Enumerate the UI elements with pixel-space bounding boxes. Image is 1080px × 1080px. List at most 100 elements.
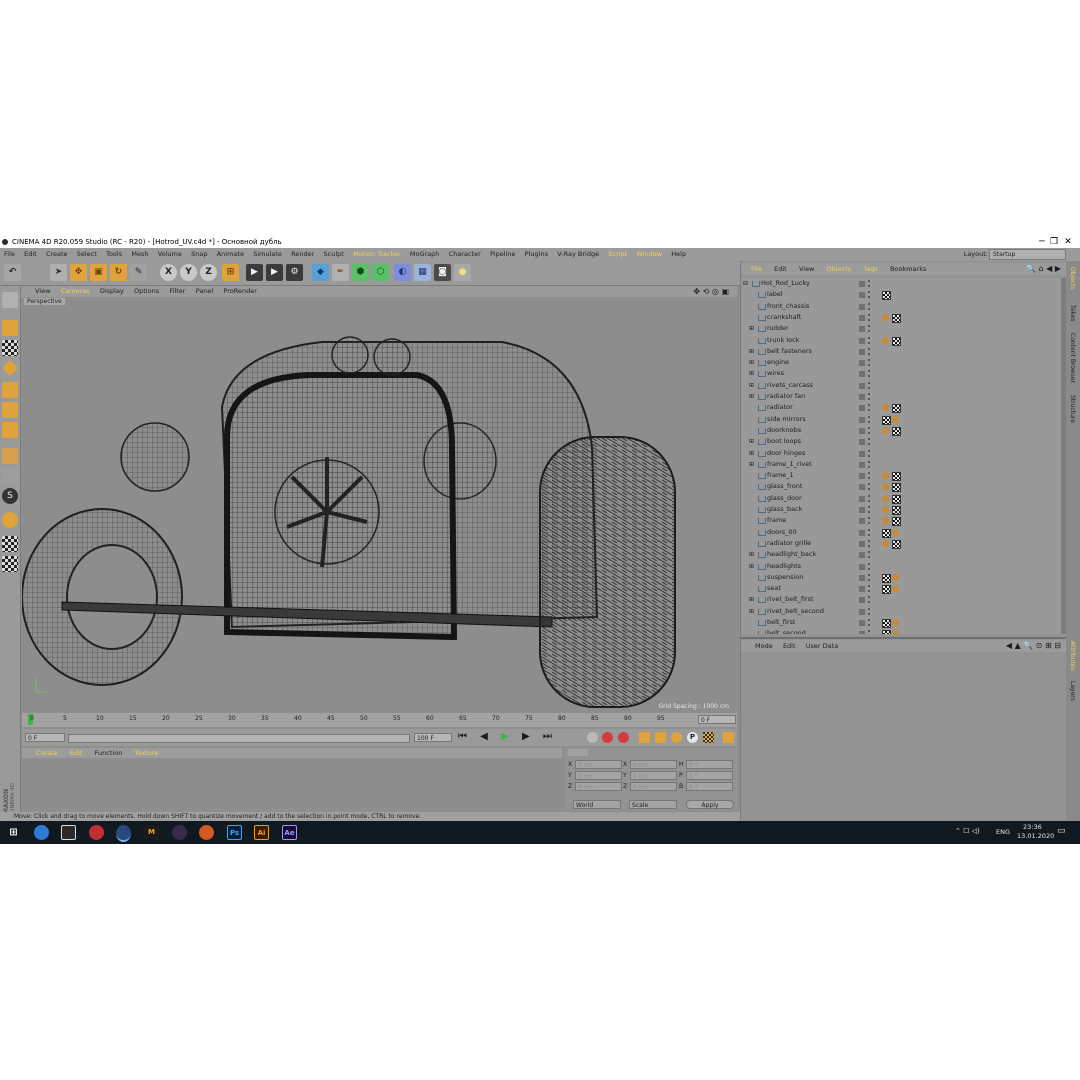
render-visibility-icon[interactable]: [868, 607, 872, 615]
media-app-icon[interactable]: [172, 825, 187, 840]
phong-tag-icon[interactable]: [882, 506, 889, 513]
texture-tag-icon[interactable]: [882, 585, 891, 595]
uv-edit-icon[interactable]: [2, 556, 18, 572]
object-row[interactable]: ⊞ boot loops: [741, 436, 1067, 447]
object-row[interactable]: crankshaft: [741, 312, 1067, 323]
menu-mograph[interactable]: MoGraph: [410, 248, 440, 261]
render-visibility-icon[interactable]: [868, 483, 872, 491]
object-list[interactable]: ⊟ Hot_Rod_Lucky label front_chassis cranks…: [741, 278, 1067, 634]
render-visibility-icon[interactable]: [868, 438, 872, 446]
attr-menu-mode[interactable]: Mode: [755, 640, 773, 652]
key-parameter-icon[interactable]: P: [687, 732, 698, 743]
object-row[interactable]: ⊞ rudder: [741, 323, 1067, 334]
render-visibility-icon[interactable]: [868, 302, 872, 310]
menu-pipeline[interactable]: Pipeline: [490, 248, 515, 261]
object-row[interactable]: seat: [741, 583, 1067, 595]
viewport-3d[interactable]: Perspective Grid Spacing: 1000 cm: [22, 297, 737, 712]
menu-help[interactable]: Help: [671, 248, 686, 261]
end-frame-field[interactable]: 100 F: [414, 733, 452, 742]
visibility-icon[interactable]: [859, 529, 865, 536]
recent-tools-icon[interactable]: ✎: [130, 264, 147, 281]
tab-layers[interactable]: Layers: [1069, 681, 1076, 701]
visibility-icon[interactable]: [859, 586, 865, 593]
render-view-icon[interactable]: ▶: [246, 264, 263, 281]
visibility-icon[interactable]: [859, 348, 865, 355]
coord-value-field[interactable]: 0 cm: [575, 760, 622, 769]
texture-tag-icon[interactable]: [892, 404, 901, 414]
om-toolbar-icons[interactable]: 🔍 ⌂ ◀ ▶: [1026, 263, 1061, 275]
expand-icon[interactable]: ⊞: [749, 380, 754, 391]
phong-tag-icon[interactable]: [882, 313, 889, 321]
coord-value-field[interactable]: 0 cm: [630, 760, 677, 769]
object-row[interactable]: doors_00: [741, 527, 1067, 538]
collapse-icon[interactable]: ⊟: [743, 278, 748, 289]
object-row[interactable]: ⊞ rivet_belt_second: [741, 606, 1067, 617]
object-row[interactable]: ⊞ engine: [741, 357, 1067, 368]
object-row[interactable]: glass_front: [741, 481, 1067, 493]
visibility-icon[interactable]: [859, 563, 865, 570]
object-name[interactable]: headlights: [767, 561, 801, 572]
menu-simulate[interactable]: Simulate: [253, 248, 282, 261]
record-icon[interactable]: [602, 732, 613, 743]
viewport-menu-options[interactable]: Options: [134, 286, 159, 297]
object-row[interactable]: belt_second: [741, 628, 1067, 634]
enable-axis-icon[interactable]: [2, 448, 18, 464]
texture-tag-icon[interactable]: [892, 494, 901, 504]
texture-tag-icon[interactable]: [882, 619, 891, 628]
phong-tag-icon[interactable]: [892, 619, 899, 626]
clock-date[interactable]: 13.01.2020: [1017, 832, 1054, 840]
visibility-icon[interactable]: [859, 337, 865, 344]
visibility-icon[interactable]: [859, 518, 865, 525]
visibility-icon[interactable]: [859, 495, 865, 502]
object-name[interactable]: radiator grille: [767, 538, 811, 549]
material-manager-area[interactable]: [22, 758, 562, 810]
tweak-icon[interactable]: [2, 468, 18, 484]
tab-objects[interactable]: Objects: [1069, 267, 1076, 290]
points-mode-icon[interactable]: [2, 382, 18, 398]
browser-icon[interactable]: [34, 825, 49, 840]
expand-icon[interactable]: ⊞: [749, 594, 754, 605]
expand-icon[interactable]: ⊞: [749, 448, 754, 459]
visibility-icon[interactable]: [859, 394, 865, 400]
magnet-icon[interactable]: [2, 512, 18, 528]
key-scale-icon[interactable]: [655, 732, 666, 743]
menu-window[interactable]: Window: [636, 248, 662, 261]
menu-select[interactable]: Select: [77, 248, 97, 261]
language-indicator[interactable]: ENG: [996, 828, 1010, 836]
object-name[interactable]: crankshaft: [767, 312, 801, 323]
notifications-icon[interactable]: ▭: [1057, 826, 1066, 836]
render-visibility-icon[interactable]: [868, 291, 872, 299]
undo-icon[interactable]: ↶: [4, 264, 21, 281]
render-visibility-icon[interactable]: [868, 551, 872, 559]
object-row[interactable]: ⊞ belt fasteners: [741, 346, 1067, 357]
render-visibility-icon[interactable]: [868, 472, 872, 480]
menu-plugins[interactable]: Plugins: [525, 248, 548, 261]
menu-animate[interactable]: Animate: [217, 248, 244, 261]
deformer-icon[interactable]: ◐: [394, 264, 411, 281]
attr-menu-edit[interactable]: Edit: [783, 640, 796, 652]
object-row[interactable]: trunk lock: [741, 335, 1067, 346]
viewport-menu-prorender[interactable]: ProRender: [223, 286, 256, 297]
menu-script[interactable]: Script: [608, 248, 627, 261]
visibility-icon[interactable]: [859, 416, 865, 423]
timeline-window-icon[interactable]: [723, 732, 734, 743]
om-menu-objects[interactable]: Objects: [827, 263, 852, 275]
visibility-icon[interactable]: [859, 608, 865, 615]
texture-tag-icon[interactable]: [892, 426, 901, 436]
visibility-icon[interactable]: [859, 303, 865, 310]
object-name[interactable]: boot loops: [767, 436, 801, 447]
visibility-icon[interactable]: [859, 620, 865, 626]
phong-tag-icon[interactable]: [882, 539, 889, 547]
render-visibility-icon[interactable]: [868, 494, 872, 502]
object-name[interactable]: side mirrors: [767, 414, 806, 425]
key-rotation-icon[interactable]: [671, 732, 682, 743]
object-row[interactable]: frame: [741, 515, 1067, 527]
scale-tool-icon[interactable]: ▣: [90, 264, 107, 281]
render-visibility-icon[interactable]: [868, 449, 872, 457]
visibility-icon[interactable]: [859, 292, 865, 299]
object-row[interactable]: glass_back: [741, 504, 1067, 515]
phong-tag-icon[interactable]: [882, 483, 889, 491]
texture-mode-icon[interactable]: [2, 340, 18, 356]
object-row[interactable]: doorknobs: [741, 425, 1067, 436]
layout-select[interactable]: Startup: [989, 249, 1066, 260]
